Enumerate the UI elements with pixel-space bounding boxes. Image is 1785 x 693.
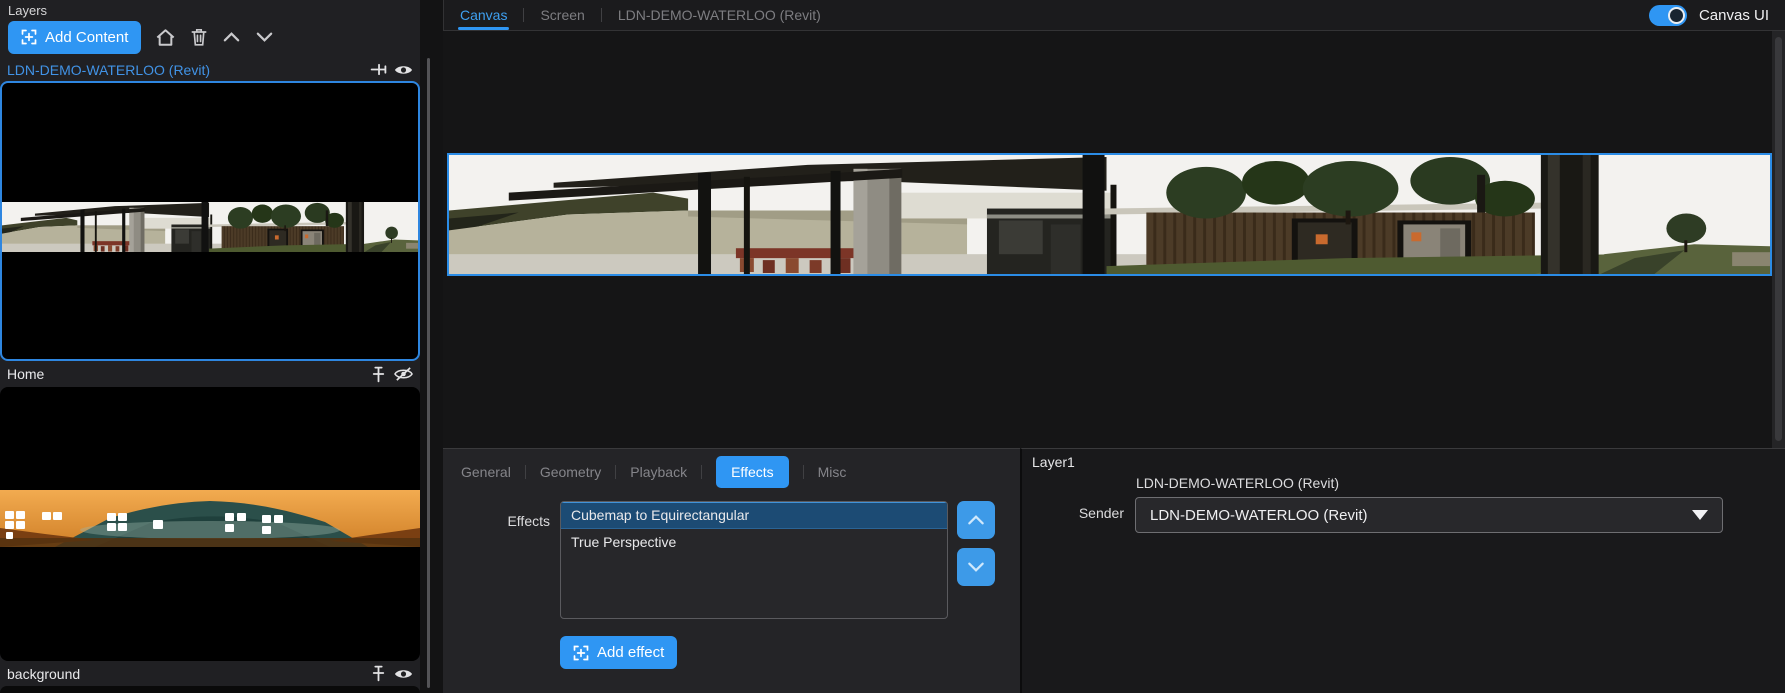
layer-properties-panel: Layer1 LDN-DEMO-WATERLOO (Revit) Sender … — [1020, 448, 1785, 693]
canvas-ui-toggle[interactable] — [1649, 5, 1687, 26]
trash-icon — [190, 27, 208, 47]
home-button[interactable] — [155, 28, 176, 47]
layers-toolbar: Add Content — [0, 19, 420, 59]
eye-off-icon[interactable] — [394, 367, 413, 381]
chevron-down-icon — [967, 562, 985, 572]
add-content-label: Add Content — [45, 29, 128, 46]
tab-screen[interactable]: Screen — [538, 0, 586, 30]
chevron-down-icon — [255, 32, 274, 42]
layer-name: LDN-DEMO-WATERLOO (Revit) — [7, 62, 363, 78]
layer-thumbnail-ldn-demo-waterloo[interactable] — [0, 81, 420, 361]
tab-separator — [615, 465, 616, 479]
layer-content-name: LDN-DEMO-WATERLOO (Revit) — [1136, 475, 1339, 491]
layer-thumbnail-background-partial[interactable] — [0, 686, 420, 693]
effect-reorder-buttons — [957, 501, 995, 619]
layer-name: Home — [7, 366, 363, 382]
pin-icon[interactable] — [371, 665, 386, 682]
canvas-viewport[interactable] — [443, 30, 1785, 448]
tab-separator — [525, 465, 526, 479]
add-content-button[interactable]: Add Content — [8, 21, 141, 54]
move-layer-up-button[interactable] — [222, 32, 241, 42]
effect-item-cubemap[interactable]: Cubemap to Equirectangular — [561, 502, 947, 529]
effect-move-down-button[interactable] — [957, 548, 995, 586]
tab-canvas[interactable]: Canvas — [458, 0, 509, 30]
home-icon — [155, 28, 176, 47]
layers-panel-title: Layers — [0, 0, 420, 19]
pin-icon[interactable] — [371, 366, 386, 383]
sender-selected-value: LDN-DEMO-WATERLOO (Revit) — [1150, 507, 1692, 524]
tab-separator — [523, 8, 524, 22]
sender-dropdown[interactable]: LDN-DEMO-WATERLOO (Revit) — [1135, 497, 1723, 533]
sender-label: Sender — [1022, 505, 1124, 521]
panorama-render — [449, 155, 1770, 274]
effect-item-true-perspective[interactable]: True Perspective — [561, 529, 947, 556]
layer-thumbnail-home[interactable] — [0, 387, 420, 661]
layers-panel: Layers Add Content — [0, 0, 420, 693]
chevron-up-icon — [222, 32, 241, 42]
layer-thumbnail-desktop — [0, 490, 420, 547]
tab-geometry[interactable]: Geometry — [540, 464, 601, 480]
properties-panel: General Geometry Playback Effects Misc E… — [443, 448, 1020, 693]
eye-icon[interactable] — [394, 667, 413, 681]
canvas-header: Canvas Screen LDN-DEMO-WATERLOO (Revit) … — [443, 0, 1785, 30]
dropdown-arrow-icon — [1692, 510, 1708, 520]
pin-icon[interactable] — [370, 62, 387, 77]
chevron-up-icon — [967, 515, 985, 525]
properties-tabs: General Geometry Playback Effects Misc — [443, 449, 1020, 495]
layer-row-ldn-demo-waterloo[interactable]: LDN-DEMO-WATERLOO (Revit) — [0, 59, 420, 81]
tab-ldn-demo-waterloo[interactable]: LDN-DEMO-WATERLOO (Revit) — [616, 0, 823, 30]
layer-properties-title: Layer1 — [1032, 454, 1075, 470]
add-effect-label: Add effect — [597, 644, 664, 661]
add-effect-button[interactable]: Add effect — [560, 636, 677, 669]
delete-button[interactable] — [190, 27, 208, 47]
tab-general[interactable]: General — [461, 464, 511, 480]
effects-list[interactable]: Cubemap to Equirectangular True Perspect… — [560, 501, 948, 619]
app-window: Layers Add Content — [0, 0, 1785, 693]
tab-separator — [601, 8, 602, 22]
tab-separator — [701, 465, 702, 479]
scrollbar-thumb[interactable] — [1775, 37, 1782, 441]
tab-separator — [803, 465, 804, 479]
canvas-view-tabs: Canvas Screen LDN-DEMO-WATERLOO (Revit) — [444, 0, 823, 30]
layer-thumbnail-panorama — [2, 202, 418, 252]
tab-misc[interactable]: Misc — [818, 464, 847, 480]
layer-row-background[interactable]: background — [0, 661, 420, 686]
plus-box-icon — [573, 645, 589, 661]
layer-name: background — [7, 666, 363, 682]
move-layer-down-button[interactable] — [255, 32, 274, 42]
effects-label: Effects — [443, 501, 560, 619]
eye-icon[interactable] — [394, 63, 413, 77]
canvas-panorama-content[interactable] — [447, 153, 1772, 276]
tab-effects[interactable]: Effects — [716, 456, 789, 488]
canvas-ui-label: Canvas UI — [1699, 7, 1769, 24]
plus-box-icon — [21, 29, 37, 45]
canvas-ui-control: Canvas UI — [1649, 5, 1785, 26]
tab-playback[interactable]: Playback — [630, 464, 687, 480]
canvas-scrollbar[interactable] — [1772, 31, 1785, 449]
toggle-knob — [1668, 7, 1685, 24]
layer-row-home[interactable]: Home — [0, 361, 420, 388]
layers-panel-scrollbar[interactable] — [420, 0, 443, 693]
effect-move-up-button[interactable] — [957, 501, 995, 539]
effects-section: Effects Cubemap to Equirectangular True … — [443, 501, 1020, 619]
scrollbar-thumb[interactable] — [427, 58, 430, 688]
